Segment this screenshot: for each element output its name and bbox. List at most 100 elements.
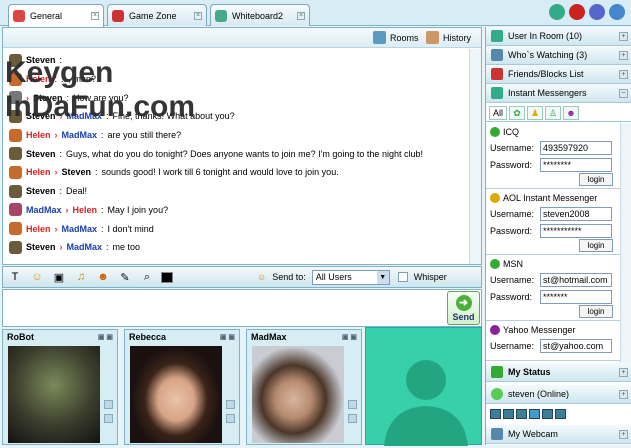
sender-name[interactable]: Helen — [26, 130, 51, 140]
user-avatar-icon — [9, 203, 22, 217]
webcam-rebecca: Rebecca ▣ ▣ — [124, 329, 240, 445]
username-field[interactable]: steven2008 — [540, 206, 612, 221]
people-icon[interactable]: ☻ — [95, 270, 111, 284]
webcam-robot: RoBot ▣ ▣ — [2, 329, 118, 445]
text-format-icon[interactable]: T — [7, 270, 23, 284]
next-icon[interactable] — [555, 408, 566, 419]
sender-name[interactable]: Helen — [26, 224, 51, 234]
aim-icon[interactable]: ♟ — [527, 106, 544, 120]
tab-game-zone[interactable]: Game Zone × — [107, 4, 207, 26]
cam-controls-icon[interactable]: ▣ ▣ — [98, 333, 113, 341]
instant-messengers-bar[interactable]: Instant Messengers − — [486, 84, 631, 103]
password-field[interactable]: ******** — [540, 157, 612, 172]
expand-icon[interactable]: + — [619, 50, 628, 60]
username-field[interactable]: st@yahoo.com — [540, 338, 612, 353]
chevron-down-icon: ▼ — [376, 270, 389, 284]
sender-name[interactable]: Steven — [26, 242, 56, 252]
whos-watching-bar[interactable]: Who`s Watching (3) + — [486, 46, 631, 65]
sender-name[interactable]: Steven — [26, 186, 56, 196]
expand-icon[interactable]: + — [619, 389, 628, 399]
sidebar-scrollbar[interactable] — [620, 123, 631, 364]
recipient-name[interactable]: Helen — [73, 205, 98, 215]
recipient-name[interactable]: MadMax — [62, 224, 98, 234]
zoom-icon[interactable] — [104, 400, 113, 409]
recipient-name[interactable]: Steven — [62, 167, 92, 177]
tab-whiteboard2[interactable]: Whiteboard2 × — [210, 4, 310, 26]
watermark: Keygen InDaFun.com — [5, 56, 196, 123]
yahoo-icon[interactable]: ☻ — [563, 106, 580, 120]
note-icon[interactable]: ✎ — [117, 270, 133, 284]
user-avatar-icon — [9, 240, 22, 254]
settings-icon[interactable] — [589, 4, 605, 20]
arrow-icon: › — [59, 242, 63, 253]
message-input[interactable] — [2, 289, 482, 327]
volume-icon[interactable] — [348, 414, 357, 423]
smiley-icon[interactable]: ☺ — [29, 270, 45, 284]
send-to-select[interactable]: All Users ▼ — [311, 269, 390, 285]
users-in-room-bar[interactable]: User In Room (10) + — [486, 27, 631, 46]
icq-icon[interactable]: ✿ — [509, 106, 526, 120]
password-field[interactable]: *********** — [540, 223, 612, 238]
username-field[interactable]: 493597920 — [540, 140, 612, 155]
zoom-icon[interactable] — [348, 400, 357, 409]
rooms-button[interactable]: Rooms — [373, 31, 419, 44]
user-avatar-icon — [9, 147, 22, 161]
expand-icon[interactable]: + — [619, 367, 628, 377]
login-button[interactable]: login — [579, 305, 613, 318]
my-status-bar[interactable]: My Status + — [486, 363, 631, 382]
colon: : — [59, 186, 63, 197]
tab-general[interactable]: General × — [8, 4, 104, 27]
login-button[interactable]: login — [579, 239, 613, 252]
close-icon[interactable]: × — [297, 11, 305, 20]
cam-controls-icon[interactable]: ▣ ▣ — [342, 333, 357, 341]
password-field[interactable]: ******* — [540, 289, 612, 304]
sender-name[interactable]: MadMax — [26, 205, 62, 215]
msn-icon[interactable]: ♙ — [545, 106, 562, 120]
rooms-icon — [373, 31, 386, 44]
expand-icon[interactable]: + — [619, 69, 628, 79]
zoom-icon[interactable] — [226, 400, 235, 409]
close-icon[interactable]: × — [91, 12, 99, 20]
volume-icon[interactable] — [104, 414, 113, 423]
online-status-bar[interactable]: steven (Online) + — [486, 385, 631, 404]
login-button[interactable]: login — [579, 173, 613, 186]
password-label: Password: — [490, 291, 533, 302]
rooms-label: Rooms — [390, 32, 419, 43]
recipient-name[interactable]: MadMax — [67, 242, 103, 252]
whisper-checkbox[interactable] — [397, 272, 408, 282]
stop-icon[interactable] — [490, 408, 501, 419]
my-webcam-bar[interactable]: My Webcam + — [486, 425, 631, 444]
image-icon[interactable]: ▣ — [51, 270, 67, 284]
expand-icon[interactable]: − — [619, 88, 628, 98]
chat-scrollbar[interactable] — [469, 49, 481, 264]
colon: : — [101, 204, 104, 215]
im-tab-all[interactable]: All — [489, 106, 508, 120]
message-text: May I join you? — [107, 204, 169, 215]
gift-icon[interactable] — [569, 4, 585, 20]
im-account: ICQ Username: 493597920 Password: ******** lo… — [486, 123, 620, 189]
sender-name[interactable]: Steven — [26, 149, 56, 159]
play-icon[interactable] — [529, 408, 540, 419]
username-field[interactable]: st@hotmail.com — [540, 272, 612, 287]
help-icon[interactable] — [609, 4, 625, 20]
chat-icon[interactable] — [549, 4, 565, 20]
search-icon[interactable]: ⌕ — [139, 270, 155, 284]
username-label: Username: — [490, 142, 535, 153]
expand-icon[interactable]: + — [619, 429, 628, 439]
recipient-name[interactable]: MadMax — [62, 130, 98, 140]
sender-name[interactable]: Helen — [26, 167, 51, 177]
expand-icon[interactable]: + — [619, 31, 628, 41]
rewind-icon[interactable] — [516, 408, 527, 419]
sound-icon[interactable]: ♫ — [73, 270, 89, 284]
cam-controls-icon[interactable]: ▣ ▣ — [220, 333, 235, 341]
color-picker-icon[interactable] — [161, 271, 173, 283]
close-icon[interactable]: × — [194, 11, 202, 20]
volume-icon[interactable] — [226, 414, 235, 423]
send-button[interactable]: ➜ Send — [447, 291, 480, 325]
im-service-name: MSN — [503, 259, 523, 269]
madmax-video — [252, 346, 344, 443]
forward-icon[interactable] — [542, 408, 553, 419]
history-button[interactable]: History — [426, 31, 471, 44]
friends-bar[interactable]: Friends/Blocks List + — [486, 65, 631, 84]
prev-icon[interactable] — [503, 408, 514, 419]
